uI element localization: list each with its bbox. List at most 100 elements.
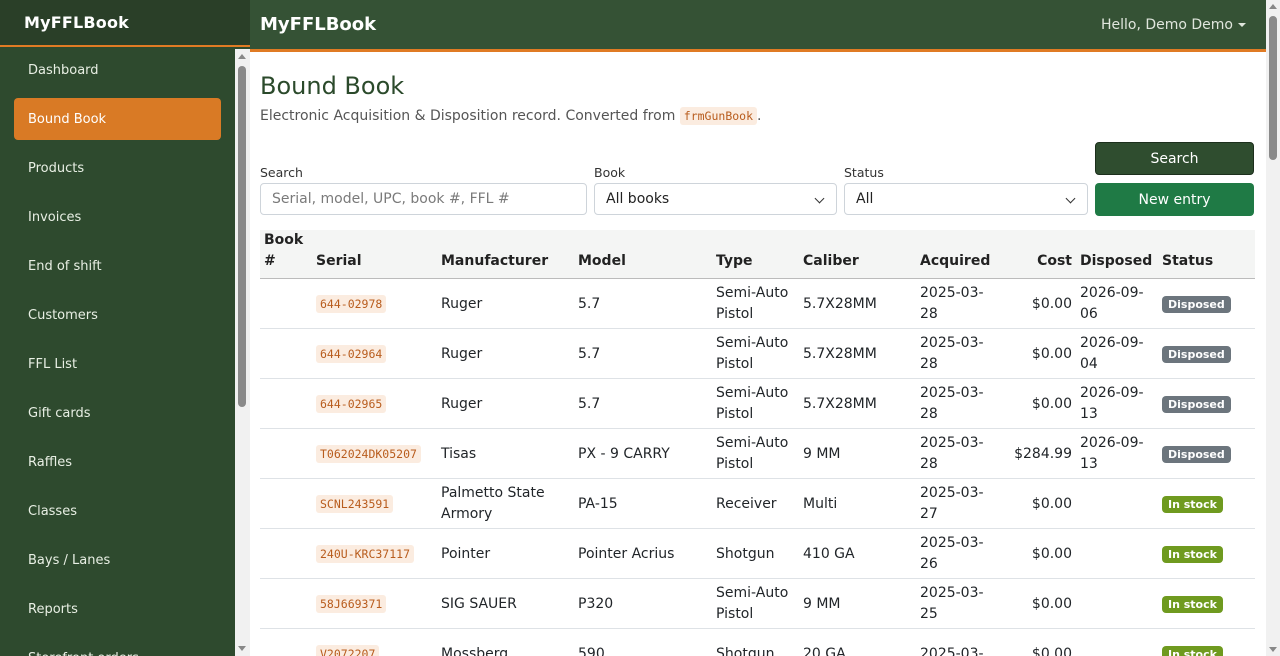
cell-acquired: 2025-03- 27: [920, 479, 984, 529]
cell-model: 5.7: [578, 379, 600, 429]
column-header-disposed[interactable]: Disposed: [1080, 251, 1152, 272]
sidebar-scrollbar-thumb[interactable]: [238, 66, 246, 407]
sidebar-item-bound-book[interactable]: Bound Book: [14, 98, 221, 140]
scroll-up-arrow-icon[interactable]: [1269, 4, 1277, 9]
serial-link[interactable]: SCNL243591: [316, 494, 394, 513]
column-header-book[interactable]: Book #: [264, 230, 303, 272]
serial-link[interactable]: V2072207: [316, 644, 380, 656]
disposed-text-line2: 04: [1080, 356, 1098, 372]
table-row[interactable]: V2072207 Mossberg 590 Shotgun 20 GA 2025-03- $…: [260, 629, 1255, 656]
cell-status: In stock: [1162, 529, 1223, 579]
cell-serial[interactable]: 644-02978: [316, 279, 387, 329]
page-scrollbar-thumb[interactable]: [1269, 16, 1277, 160]
type-text: Shotgun: [716, 645, 775, 656]
search-button[interactable]: Search: [1095, 142, 1254, 175]
sidebar-item-raffles[interactable]: Raffles: [14, 441, 221, 483]
cell-manufacturer: Pointer: [441, 529, 490, 579]
scroll-up-arrow-icon[interactable]: [238, 54, 246, 59]
subtitle-suffix: .: [757, 108, 762, 124]
sidebar-item-invoices[interactable]: Invoices: [14, 196, 221, 238]
sidebar-item-ffl-list[interactable]: FFL List: [14, 343, 221, 385]
sidebar-item-end-of-shift[interactable]: End of shift: [14, 245, 221, 287]
model-text: 5.7: [578, 395, 601, 412]
sidebar-item-gift-cards[interactable]: Gift cards: [14, 392, 221, 434]
sidebar-item-label: Invoices: [28, 209, 82, 225]
sidebar-item-label: Reports: [28, 601, 78, 617]
cell-serial[interactable]: 644-02965: [316, 379, 387, 429]
disposed-text-line2: 13: [1080, 456, 1098, 472]
sidebar-item-bays-lanes[interactable]: Bays / Lanes: [14, 539, 221, 581]
status-badge: In stock: [1162, 645, 1223, 656]
cell-acquired: 2025-03- 26: [920, 529, 984, 579]
page-scrollbar[interactable]: [1266, 0, 1280, 656]
scroll-down-arrow-icon[interactable]: [238, 646, 246, 651]
column-header-book-line2: #: [264, 253, 276, 269]
acquired-text: 2025-03-: [920, 335, 984, 351]
sidebar-item-storefront-orders[interactable]: Storefront orders: [14, 637, 221, 656]
status-badge: In stock: [1162, 595, 1223, 613]
disposed-text-line2: 06: [1080, 306, 1098, 322]
column-header-cost[interactable]: Cost: [1037, 251, 1072, 272]
user-greeting: Hello, Demo Demo: [1100, 16, 1233, 33]
subtitle-text: Electronic Acquisition & Disposition rec…: [260, 108, 680, 124]
sidebar-item-customers[interactable]: Customers: [14, 294, 221, 336]
cost-text: $0.00: [1031, 595, 1072, 612]
cell-serial[interactable]: 58J669371: [316, 579, 387, 629]
search-label: Search: [260, 165, 303, 180]
serial-link[interactable]: 58J669371: [316, 594, 387, 613]
serial-link[interactable]: 644-02964: [316, 344, 387, 363]
serial-link[interactable]: 240U-KRC37117: [316, 544, 415, 563]
column-header-caliber[interactable]: Caliber: [803, 251, 859, 272]
cell-type: Receiver: [716, 479, 777, 529]
sidebar-item-reports[interactable]: Reports: [14, 588, 221, 630]
sidebar-item-label: Customers: [28, 307, 98, 323]
table-row[interactable]: 644-02965 Ruger 5.7 Semi-Auto Pistol 5.7X28MM…: [260, 379, 1255, 429]
serial-link[interactable]: 644-02978: [316, 294, 387, 313]
new-entry-button[interactable]: New entry: [1095, 183, 1254, 216]
cell-serial[interactable]: SCNL243591: [316, 479, 394, 529]
manufacturer-text: SIG SAUER: [441, 595, 517, 612]
table-row[interactable]: 58J669371 SIG SAUER P320 Semi-Auto Pistol 9 M…: [260, 579, 1255, 629]
model-text: Pointer Acrius: [578, 545, 675, 562]
cell-serial[interactable]: 240U-KRC37117: [316, 529, 415, 579]
sidebar-item-label: Classes: [28, 503, 77, 519]
column-header-manufacturer[interactable]: Manufacturer: [441, 251, 548, 272]
status-select[interactable]: All: [844, 183, 1088, 215]
table-row[interactable]: 240U-KRC37117 Pointer Pointer Acrius Shotgu…: [260, 529, 1255, 579]
sidebar-brand[interactable]: MyFFLBook: [24, 13, 129, 32]
cell-serial[interactable]: V2072207: [316, 629, 380, 656]
user-menu[interactable]: Hello, Demo Demo: [1101, 17, 1246, 33]
cell-model: P320: [578, 579, 613, 629]
sidebar-item-dashboard[interactable]: Dashboard: [14, 49, 221, 91]
cell-serial[interactable]: 644-02964: [316, 329, 387, 379]
column-header-acquired[interactable]: Acquired: [920, 251, 990, 272]
sidebar-brand-bar: MyFFLBook: [0, 0, 250, 47]
serial-link[interactable]: T062024DK05207: [316, 444, 421, 463]
table-row[interactable]: SCNL243591 Palmetto State Armory PA-15 Recei…: [260, 479, 1255, 529]
sidebar-item-products[interactable]: Products: [14, 147, 221, 189]
table-row[interactable]: 644-02964 Ruger 5.7 Semi-Auto Pistol 5.7X28MM…: [260, 329, 1255, 379]
cell-acquired: 2025-03- 28: [920, 329, 984, 379]
status-badge: In stock: [1162, 495, 1223, 513]
disposed-text: 2026-09-: [1080, 335, 1144, 351]
column-header-type[interactable]: Type: [716, 251, 753, 272]
column-header-model[interactable]: Model: [578, 251, 626, 272]
chevron-down-icon: [814, 193, 825, 204]
status-badge: Disposed: [1162, 445, 1231, 463]
serial-link[interactable]: 644-02965: [316, 394, 387, 413]
cell-cost: $284.99: [1014, 429, 1072, 479]
book-select[interactable]: All books: [594, 183, 837, 215]
type-text-line2: Pistol: [716, 606, 754, 622]
search-input[interactable]: Serial, model, UPC, book #, FFL #: [260, 183, 587, 215]
cell-model: 5.7: [578, 329, 600, 379]
cell-caliber: Multi: [803, 479, 837, 529]
sidebar-item-classes[interactable]: Classes: [14, 490, 221, 532]
type-text: Receiver: [716, 495, 777, 512]
cell-serial[interactable]: T062024DK05207: [316, 429, 421, 479]
column-header-status[interactable]: Status: [1162, 251, 1213, 272]
column-header-serial[interactable]: Serial: [316, 251, 362, 272]
table-row[interactable]: 644-02978 Ruger 5.7 Semi-Auto Pistol 5.7X28MM…: [260, 279, 1255, 329]
scroll-down-arrow-icon[interactable]: [1269, 647, 1277, 652]
table-row[interactable]: T062024DK05207 Tisas PX - 9 CARRY Semi-Auto…: [260, 429, 1255, 479]
sidebar-scrollbar[interactable]: [235, 49, 250, 656]
